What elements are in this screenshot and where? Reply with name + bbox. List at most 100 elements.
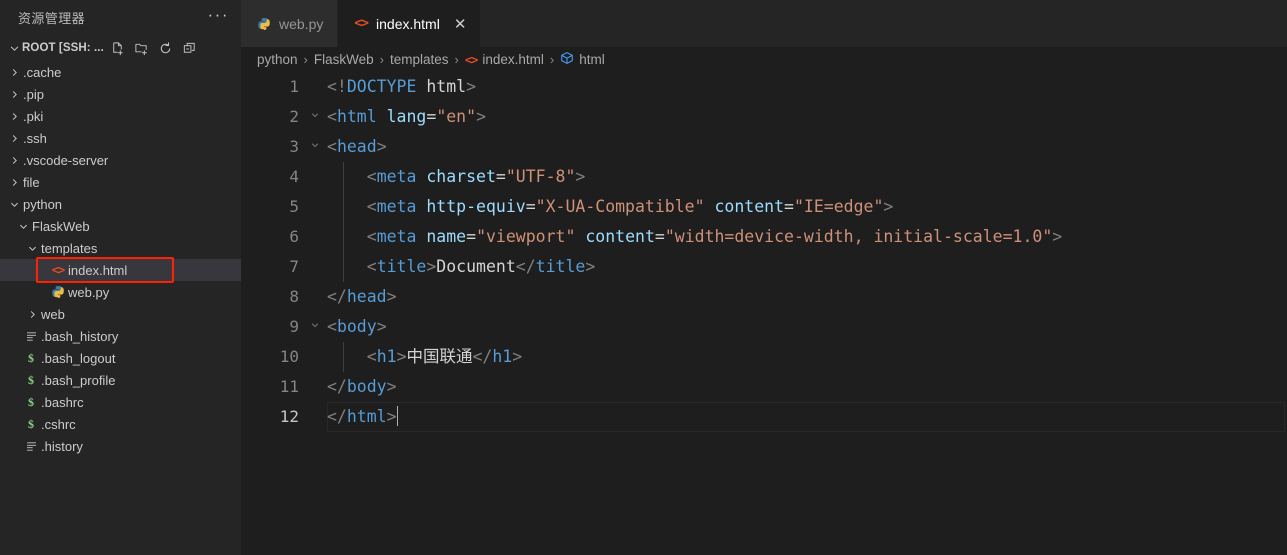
breadcrumb-item[interactable]: html <box>560 51 605 68</box>
chevron-right-icon[interactable] <box>6 111 22 122</box>
code-line[interactable]: 8</head> <box>241 282 1287 312</box>
symbol-cube-icon <box>560 51 574 68</box>
code-line[interactable]: 4 <meta charset="UTF-8"> <box>241 162 1287 192</box>
tree-item-label: .bash_history <box>40 329 118 344</box>
breadcrumb-separator: › <box>304 52 308 67</box>
breadcrumb-separator: › <box>550 52 554 67</box>
line-number: 11 <box>241 372 303 402</box>
tree-item-label: .bashrc <box>40 395 84 410</box>
text-cursor <box>397 406 399 426</box>
code-text: <body> <box>327 312 387 342</box>
line-number: 10 <box>241 342 303 372</box>
tree-item-label: .pki <box>22 109 43 124</box>
tree-item[interactable]: python <box>0 193 241 215</box>
shell-file-icon: $ <box>22 417 40 432</box>
chevron-right-icon[interactable] <box>6 155 22 166</box>
chevron-right-icon[interactable] <box>24 309 40 320</box>
close-icon[interactable]: ✕ <box>454 15 467 33</box>
code-line[interactable]: 7 <title>Document</title> <box>241 252 1287 282</box>
code-line[interactable]: 3<head> <box>241 132 1287 162</box>
tree-item-label: .history <box>40 439 83 454</box>
code-text: <h1>中国联通</h1> <box>327 342 522 372</box>
collapse-all-icon[interactable] <box>182 40 198 56</box>
tree-item[interactable]: .cache <box>0 61 241 83</box>
code-text: <!DOCTYPE html> <box>327 72 476 102</box>
chevron-right-icon[interactable] <box>6 67 22 78</box>
tree-item[interactable]: file <box>0 171 241 193</box>
tree-item-label: web.py <box>67 285 109 300</box>
editor-tab[interactable]: web.py <box>241 0 338 47</box>
tree-item[interactable]: .history <box>0 435 241 457</box>
tree-item[interactable]: <>index.html <box>0 259 241 281</box>
chevron-down-icon[interactable] <box>15 221 31 232</box>
line-number: 5 <box>241 192 303 222</box>
tree-item[interactable]: .vscode-server <box>0 149 241 171</box>
code-line[interactable]: 12</html> <box>241 402 1287 432</box>
code-line[interactable]: 1<!DOCTYPE html> <box>241 72 1287 102</box>
tree-item[interactable]: FlaskWeb <box>0 215 241 237</box>
tree-item-label: .bash_profile <box>40 373 115 388</box>
vscode-window: 资源管理器 ··· ROOT [SSH: ... <box>0 0 1287 555</box>
line-number: 12 <box>241 402 303 432</box>
tree-item[interactable]: $.bash_logout <box>0 347 241 369</box>
refresh-icon[interactable] <box>158 40 174 56</box>
breadcrumb-label: FlaskWeb <box>314 52 374 67</box>
explorer-sidebar: 资源管理器 ··· ROOT [SSH: ... <box>0 0 241 555</box>
breadcrumb-item[interactable]: <>index.html <box>465 52 544 67</box>
tree-item[interactable]: .pip <box>0 83 241 105</box>
tree-item[interactable]: $.cshrc <box>0 413 241 435</box>
code-text: </body> <box>327 372 397 402</box>
breadcrumb-separator: › <box>380 52 384 67</box>
tree-item-label: .cshrc <box>40 417 76 432</box>
ellipsis-icon[interactable]: ··· <box>208 10 229 26</box>
line-number: 3 <box>241 132 303 162</box>
tree-item[interactable]: web <box>0 303 241 325</box>
fold-chevron-icon[interactable] <box>303 102 327 132</box>
workspace-root-label: ROOT [SSH: ... <box>22 42 104 54</box>
code-line[interactable]: 6 <meta name="viewport" content="width=d… <box>241 222 1287 252</box>
workspace-root-row[interactable]: ROOT [SSH: ... <box>0 35 241 61</box>
tree-item-label: .pip <box>22 87 44 102</box>
tree-item-label: index.html <box>67 263 127 278</box>
chevron-down-icon[interactable] <box>24 243 40 254</box>
file-tree: .cache .pip .pki .ssh .vscode-server filepyth… <box>0 61 241 457</box>
code-line[interactable]: 5 <meta http-equiv="X-UA-Compatible" con… <box>241 192 1287 222</box>
code-editor[interactable]: 1<!DOCTYPE html>2<html lang="en">3<head>… <box>241 72 1287 555</box>
code-line[interactable]: 9<body> <box>241 312 1287 342</box>
fold-chevron-icon[interactable] <box>303 132 327 162</box>
tree-item[interactable]: web.py <box>0 281 241 303</box>
explorer-title: 资源管理器 <box>18 8 208 27</box>
chevron-down-icon[interactable] <box>6 199 22 210</box>
code-line[interactable]: 2<html lang="en"> <box>241 102 1287 132</box>
code-text: <html lang="en"> <box>327 102 486 132</box>
tree-item[interactable]: templates <box>0 237 241 259</box>
tree-item[interactable]: .bash_history <box>0 325 241 347</box>
tree-item[interactable]: $.bash_profile <box>0 369 241 391</box>
tab-label: index.html <box>376 16 440 32</box>
code-line[interactable]: 11 </body> <box>241 372 1287 402</box>
code-text: <meta name="viewport" content="width=dev… <box>327 222 1062 252</box>
fold-chevron-icon[interactable] <box>303 312 327 342</box>
code-line[interactable]: 10 <h1>中国联通</h1> <box>241 342 1287 372</box>
tree-item[interactable]: .pki <box>0 105 241 127</box>
tree-item-label: .vscode-server <box>22 153 108 168</box>
chevron-right-icon[interactable] <box>6 177 22 188</box>
new-file-icon[interactable] <box>110 40 126 56</box>
editor-tab[interactable]: <>index.html✕ <box>338 0 481 47</box>
code-text: </head> <box>327 282 397 312</box>
new-folder-icon[interactable] <box>134 40 150 56</box>
breadcrumb-item[interactable]: python <box>257 52 298 67</box>
tree-item-label: .cache <box>22 65 61 80</box>
breadcrumb-item[interactable]: templates <box>390 52 449 67</box>
breadcrumb-item[interactable]: FlaskWeb <box>314 52 374 67</box>
tree-item[interactable]: $.bashrc <box>0 391 241 413</box>
code-content: 1<!DOCTYPE html>2<html lang="en">3<head>… <box>241 72 1287 432</box>
breadcrumb-label: python <box>257 52 298 67</box>
chevron-right-icon[interactable] <box>6 89 22 100</box>
chevron-right-icon[interactable] <box>6 133 22 144</box>
breadcrumb-separator: › <box>455 52 459 67</box>
tree-item[interactable]: .ssh <box>0 127 241 149</box>
python-icon <box>257 17 271 31</box>
python-file-icon <box>49 285 67 299</box>
line-number: 6 <box>241 222 303 252</box>
